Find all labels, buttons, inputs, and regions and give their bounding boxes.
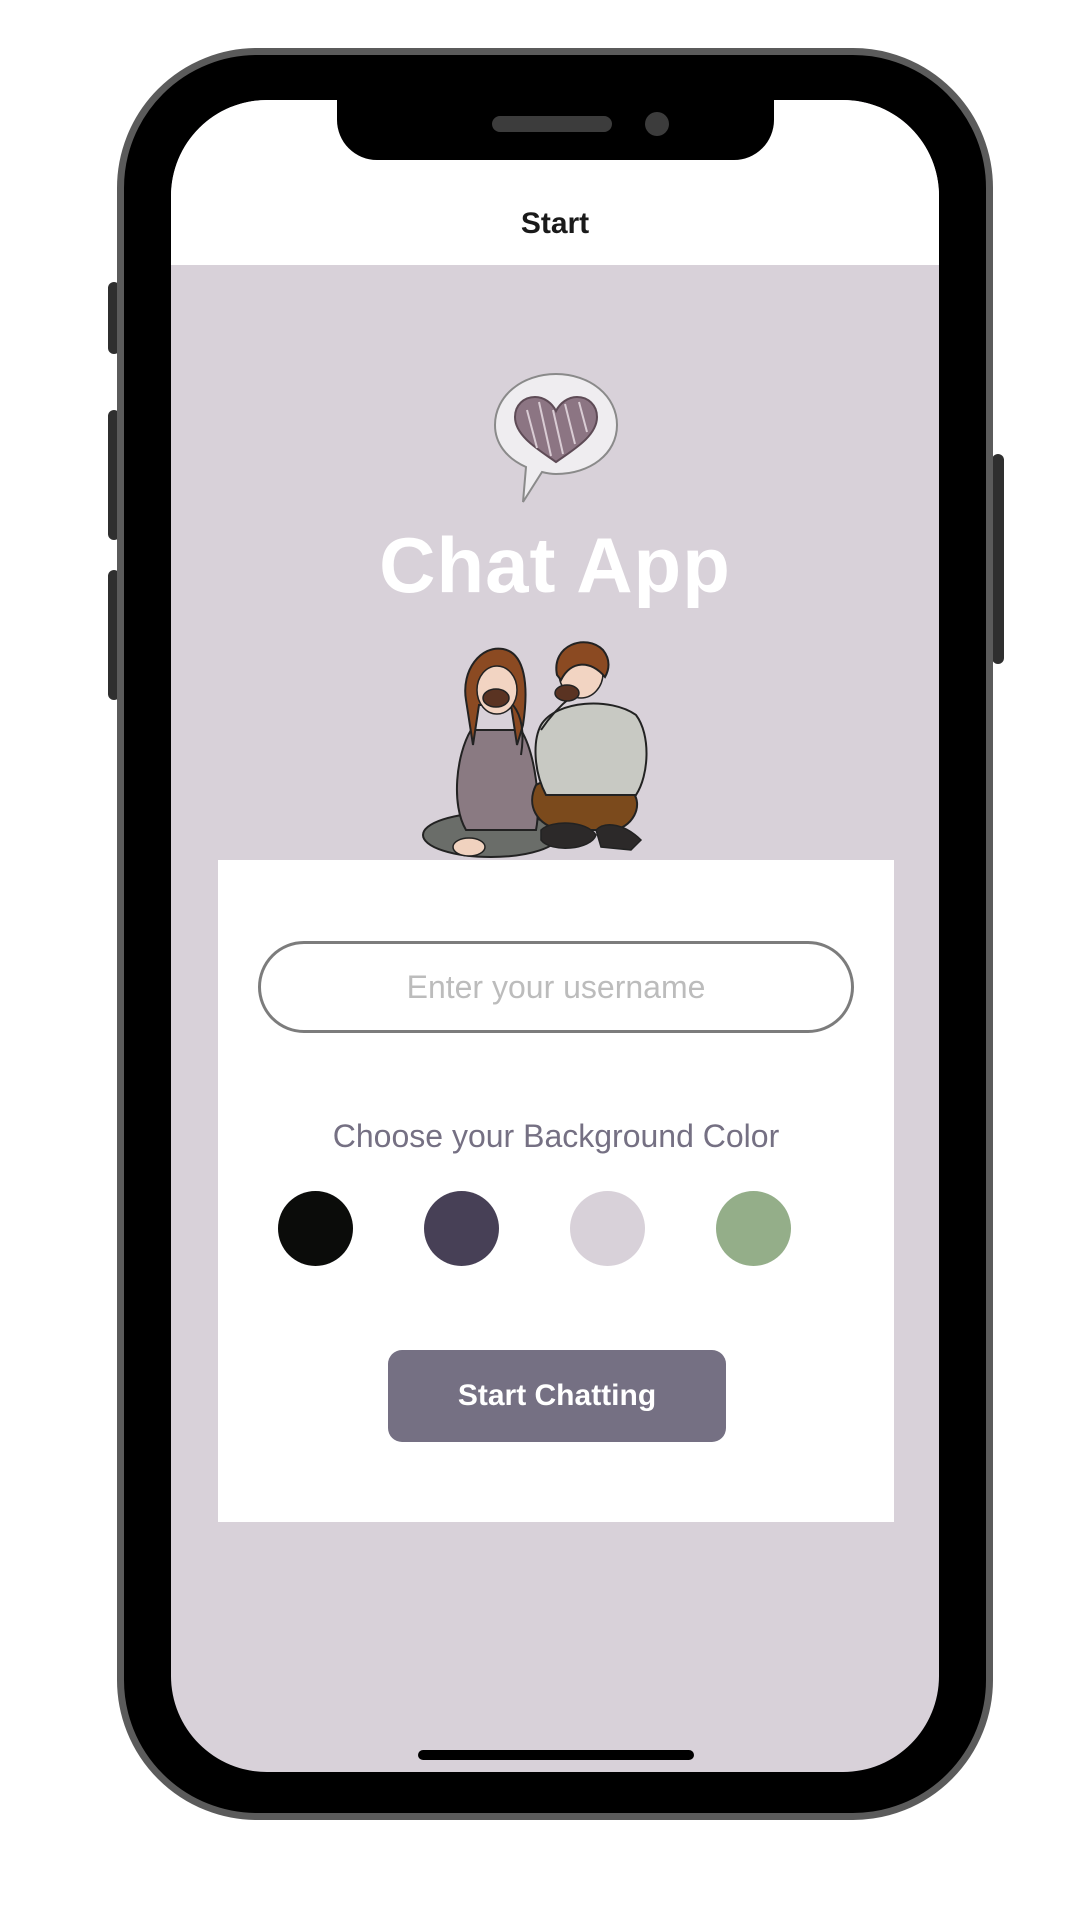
front-camera [645,112,669,136]
swatch-lavender[interactable] [570,1191,645,1266]
speaker [492,116,612,132]
login-card: Choose your Background Color Start Chatt… [218,860,894,1522]
couple-drinking-coffee-illustration [422,641,648,858]
swatch-green[interactable] [716,1191,791,1266]
app-title: Chat App [379,521,731,609]
power-button [992,454,1004,664]
swatch-purple[interactable] [424,1191,499,1266]
start-chatting-button[interactable]: Start Chatting [388,1350,726,1442]
swatch-black[interactable] [278,1191,353,1266]
device-mockup: Start Chat App Enter your username Choos… [0,0,1080,1920]
background-color-label: Choose your Background Color [332,1118,780,1154]
home-indicator [418,1750,694,1760]
notch [337,100,774,160]
heart-chat-bubble-icon [493,372,619,503]
username-input[interactable] [258,941,854,1033]
nav-title: Start [520,207,590,240]
app-screen: Start Chat App Enter your username Choos… [171,100,939,1772]
